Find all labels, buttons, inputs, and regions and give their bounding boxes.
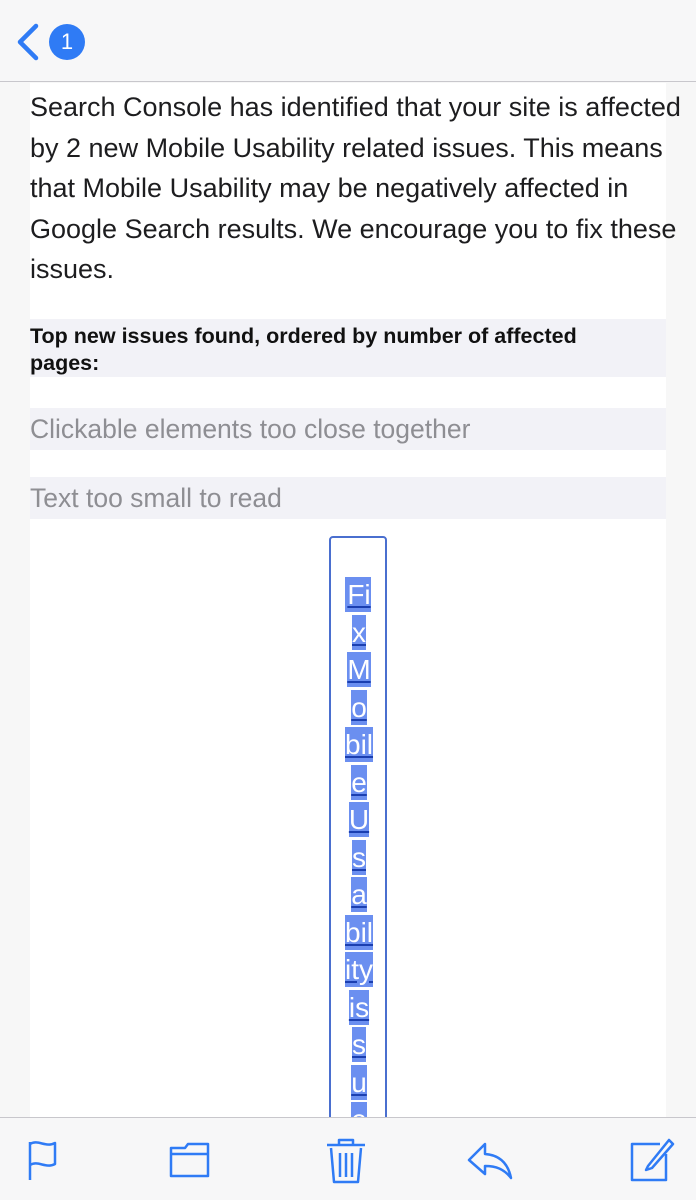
compose-icon[interactable] bbox=[628, 1136, 676, 1184]
email-body-text: Search Console has identified that your … bbox=[30, 92, 681, 284]
email-body: Search Console has identified that your … bbox=[30, 83, 681, 1117]
flag-icon[interactable] bbox=[22, 1136, 70, 1184]
fix-issues-button-frame[interactable]: Fix Mobile Usability issues bbox=[329, 536, 387, 1117]
issue-item: Clickable elements too close together bbox=[30, 414, 471, 444]
folder-icon[interactable] bbox=[166, 1136, 214, 1184]
bottom-toolbar bbox=[0, 1117, 696, 1200]
issues-heading: Top new issues found, ordered by number … bbox=[30, 324, 577, 375]
navigation-bar: 1 bbox=[0, 0, 696, 82]
trash-icon[interactable] bbox=[322, 1136, 370, 1184]
unread-count-badge[interactable]: 1 bbox=[49, 24, 85, 60]
fix-mobile-usability-link[interactable]: Fix Mobile Usability issues bbox=[345, 576, 374, 1117]
back-chevron-icon[interactable] bbox=[14, 22, 44, 62]
email-content[interactable]: Search Console has identified that your … bbox=[0, 83, 696, 1117]
issue-item: Text too small to read bbox=[30, 483, 282, 513]
fix-mobile-usability-label[interactable]: Fix Mobile Usability issues bbox=[345, 579, 374, 1117]
reply-icon[interactable] bbox=[466, 1136, 514, 1184]
